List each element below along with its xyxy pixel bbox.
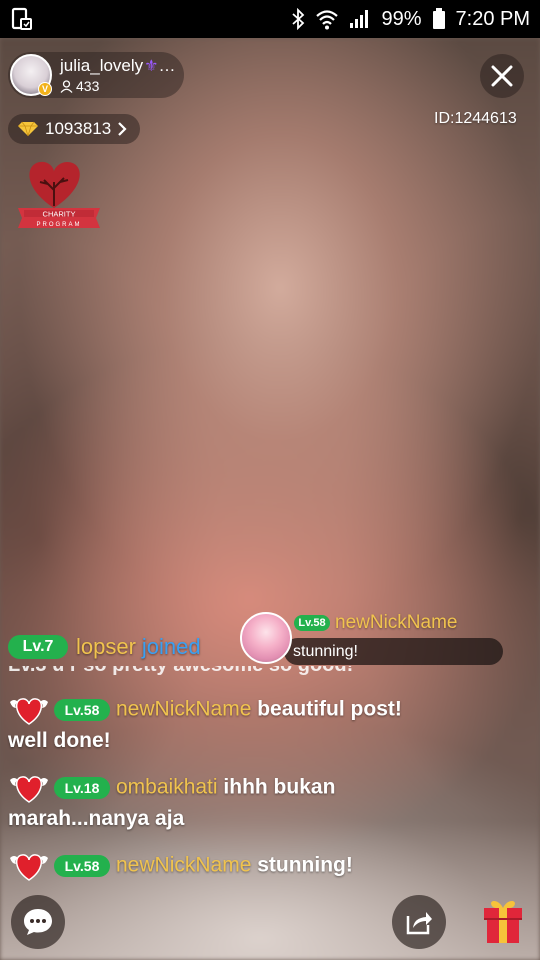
charity-line2: PROGRAM bbox=[36, 222, 81, 228]
level-badge: Lv.58 bbox=[54, 699, 110, 721]
close-button[interactable] bbox=[480, 54, 524, 98]
host-name: julia_lovely ⚜ … bbox=[60, 56, 176, 76]
chat-bubble-icon bbox=[24, 909, 52, 935]
host-name-text: julia_lovely bbox=[60, 56, 144, 75]
share-button[interactable] bbox=[392, 895, 446, 949]
diamond-count: 1093813 bbox=[45, 119, 112, 138]
gift-popup-username[interactable]: newNickName bbox=[335, 612, 457, 634]
signal-icon bbox=[349, 9, 371, 29]
battery-icon bbox=[432, 8, 446, 30]
person-icon bbox=[60, 79, 73, 93]
bluetooth-icon bbox=[291, 8, 305, 30]
chat-message: Lv.58 newNickName beautiful post! well do… bbox=[8, 694, 408, 755]
gift-popup: Lv.58 newNickName stunning! bbox=[240, 612, 505, 666]
chat-username[interactable]: ombaikhati bbox=[116, 776, 218, 799]
chat-message: Lv.18 ombaikhati ihhh bukan marah...nanya… bbox=[8, 772, 408, 833]
winged-heart-icon bbox=[8, 694, 50, 726]
charity-line1: CHARITY bbox=[43, 210, 76, 219]
battery-percent: 99% bbox=[381, 7, 422, 30]
level-badge: Lv.58 bbox=[54, 855, 110, 877]
chat-username[interactable]: newNickName bbox=[116, 698, 251, 721]
join-notification: Lv.7 lopser joined bbox=[8, 632, 201, 662]
clock: 7:20 PM bbox=[455, 7, 530, 30]
joined-text: joined bbox=[141, 634, 201, 659]
gift-popup-name-row: Lv.58 newNickName bbox=[294, 612, 457, 634]
host-avatar[interactable]: V bbox=[10, 54, 52, 96]
level-badge: Lv.58 bbox=[294, 615, 330, 631]
close-icon bbox=[491, 65, 513, 87]
host-name-ellipsis: … bbox=[158, 56, 176, 75]
viewer-count-text: 433 bbox=[76, 78, 100, 94]
share-icon bbox=[406, 912, 432, 935]
wifi-icon bbox=[315, 8, 339, 30]
verified-badge: V bbox=[38, 82, 52, 96]
winged-heart-icon bbox=[8, 772, 50, 804]
chat-message-partial: Lv.3 u r so pretty awesome so good! bbox=[8, 666, 408, 680]
chat-username[interactable]: newNickName bbox=[116, 854, 251, 877]
joined-username[interactable]: lopser bbox=[76, 634, 136, 660]
gift-button[interactable] bbox=[476, 894, 530, 948]
level-badge: Lv.18 bbox=[54, 777, 110, 799]
fleur-de-lis-icon: ⚜ bbox=[144, 58, 159, 75]
level-badge: Lv.7 bbox=[8, 635, 68, 659]
chat-button[interactable] bbox=[11, 895, 65, 949]
charity-program-logo[interactable]: CHARITY PROGRAM bbox=[12, 158, 106, 234]
chat-partial-text: Lv.3 u r so pretty awesome so good! bbox=[8, 666, 353, 677]
gift-icon bbox=[484, 901, 522, 943]
host-profile-pill[interactable]: V julia_lovely ⚜ … 433 bbox=[8, 52, 184, 98]
chat-text: stunning! bbox=[257, 853, 353, 877]
winged-heart-icon bbox=[8, 850, 50, 882]
gift-popup-avatar[interactable] bbox=[240, 612, 292, 664]
diamond-balance-button[interactable]: 1093813 bbox=[8, 114, 140, 144]
chevron-right-icon bbox=[118, 122, 127, 136]
chat-message: Lv.58 newNickName stunning! bbox=[8, 850, 408, 882]
screen-mirror-icon bbox=[10, 6, 36, 32]
gift-popup-message: stunning! bbox=[284, 638, 503, 665]
room-id: ID:1244613 bbox=[434, 110, 517, 127]
diamond-icon bbox=[18, 121, 38, 137]
viewer-count: 433 bbox=[60, 78, 176, 94]
status-bar: 99% 7:20 PM bbox=[0, 0, 540, 38]
